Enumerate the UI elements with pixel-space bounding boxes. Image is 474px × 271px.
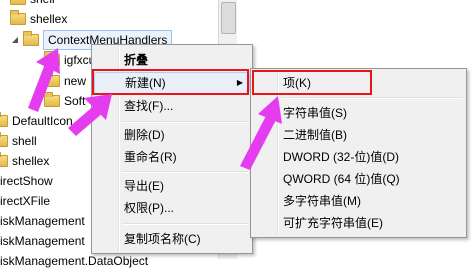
menu-separator xyxy=(122,223,248,225)
menu-item-delete[interactable]: 删除(D) xyxy=(94,124,250,146)
folder-icon xyxy=(0,112,8,127)
tree-node-directshow[interactable]: irectShow xyxy=(0,171,53,191)
tree-node-diskmanagement-1[interactable]: iskManagement xyxy=(0,211,85,231)
tree-node-igfxcu[interactable]: igfxcu xyxy=(44,50,95,70)
submenu-item-binary-value[interactable]: 二进制值(B) xyxy=(253,124,464,146)
menu-item-export[interactable]: 导出(E) xyxy=(94,175,250,197)
submenu-item-dword-value[interactable]: DWORD (32-位)值(D) xyxy=(253,146,464,168)
folder-icon xyxy=(44,92,60,107)
tree-node-shell[interactable]: shell xyxy=(0,131,37,151)
menu-item-collapse[interactable]: 折叠 xyxy=(94,49,250,71)
menu-separator xyxy=(122,121,248,123)
submenu-item-multi-string-value[interactable]: 多字符串值(M) xyxy=(253,190,464,212)
tree-node-shellex-top[interactable]: shellex xyxy=(10,9,67,29)
folder-icon xyxy=(10,0,26,5)
menu-item-find[interactable]: 查找(F)... xyxy=(94,95,250,117)
highlight-box-key xyxy=(252,70,372,95)
folder-icon xyxy=(0,152,8,167)
collapse-arrow-icon[interactable]: ◢ xyxy=(10,30,20,50)
highlight-box-new xyxy=(92,69,249,95)
menu-item-rename[interactable]: 重命名(R) xyxy=(94,146,250,168)
tree-node-diskmanagement-dataobject[interactable]: iskManagement.DataObject xyxy=(0,251,148,271)
folder-icon xyxy=(23,31,39,46)
tree-node-directxfile[interactable]: irectXFile xyxy=(0,191,50,211)
tree-node-diskmanagement-2[interactable]: iskManagement xyxy=(0,231,85,251)
folder-icon xyxy=(0,132,8,147)
submenu-item-expandable-string-value[interactable]: 可扩充字符串值(E) xyxy=(253,212,464,234)
submenu-item-qword-value[interactable]: QWORD (64 位)值(Q) xyxy=(253,168,464,190)
menu-separator xyxy=(122,171,248,173)
tree-node-shellex[interactable]: shellex xyxy=(0,151,49,171)
tree-node-new[interactable]: new xyxy=(44,71,86,91)
tree-node-soft[interactable]: Soft xyxy=(44,91,85,111)
tree-node-shell-top[interactable]: shell xyxy=(10,0,55,9)
menu-separator xyxy=(281,97,462,99)
menu-item-permissions[interactable]: 权限(P)... xyxy=(94,197,250,219)
tree-node-defaulticon[interactable]: DefaultIcon xyxy=(0,111,73,131)
menu-item-copy-key-name[interactable]: 复制项名称(C) xyxy=(94,228,250,250)
folder-icon xyxy=(44,51,60,66)
scrollbar-thumb[interactable] xyxy=(221,2,236,34)
folder-icon xyxy=(44,72,60,87)
folder-icon xyxy=(10,10,26,25)
submenu-item-string-value[interactable]: 字符串值(S) xyxy=(253,102,464,124)
